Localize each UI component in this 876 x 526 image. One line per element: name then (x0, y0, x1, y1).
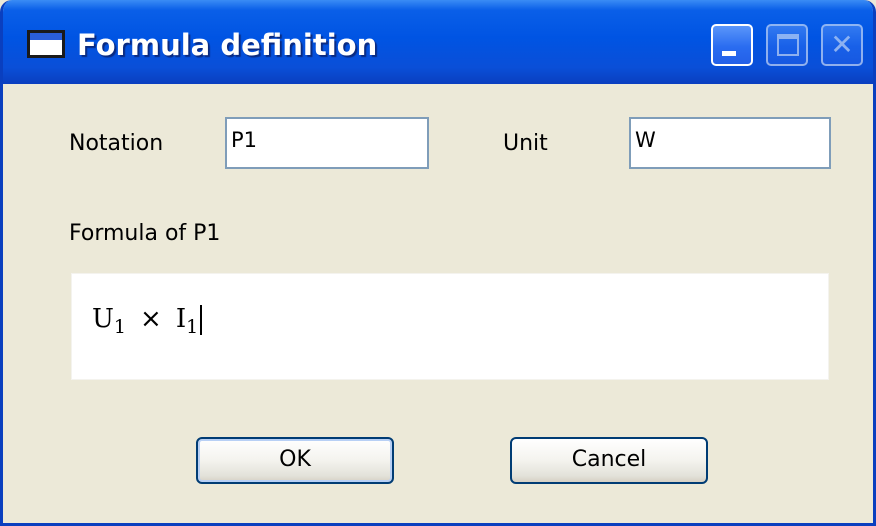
close-button[interactable]: ✕ (821, 24, 863, 66)
formula-term-voltage: U1 (92, 304, 126, 338)
close-icon: ✕ (830, 28, 854, 61)
formula-label: Formula of P1 (69, 221, 221, 246)
maximize-icon (777, 34, 799, 56)
term2-symbol: I (175, 304, 187, 334)
formula-expression: U1 × I1 (92, 304, 203, 338)
notation-field[interactable]: P1 (225, 117, 429, 169)
formula-editor[interactable]: U1 × I1 (71, 273, 829, 380)
notation-label: Notation (69, 131, 164, 156)
term1-symbol: U (92, 304, 114, 334)
text-caret (200, 305, 203, 335)
formula-term-current: I1 (176, 304, 198, 338)
window-icon (27, 30, 65, 58)
minimize-icon (722, 51, 736, 56)
formula-definition-dialog: Formula definition ✕ Notation P1 Unit W … (0, 0, 876, 526)
window-icon-strip (30, 33, 62, 40)
maximize-button[interactable] (766, 24, 808, 66)
term2-subscript: 1 (186, 316, 199, 338)
window-title: Formula definition (77, 28, 378, 62)
unit-label: Unit (503, 131, 548, 156)
minimize-button[interactable] (711, 24, 753, 66)
ok-button[interactable]: OK (196, 437, 394, 484)
formula-operator: × (140, 304, 162, 334)
cancel-button[interactable]: Cancel (510, 437, 708, 484)
unit-field[interactable]: W (629, 117, 831, 169)
title-bar[interactable]: Formula definition ✕ (3, 0, 873, 84)
term1-subscript: 1 (113, 316, 127, 338)
